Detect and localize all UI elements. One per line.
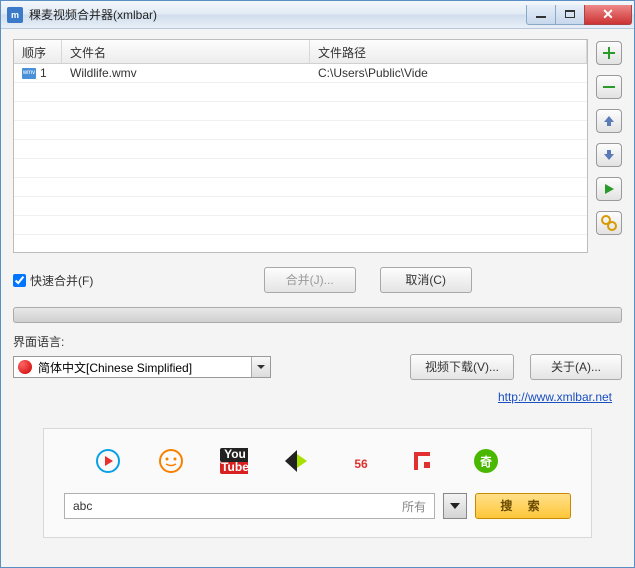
empty-row: [14, 83, 587, 102]
search-button[interactable]: 搜 索: [475, 493, 571, 519]
order-value: 1: [40, 66, 47, 80]
search-value: abc: [73, 499, 92, 513]
search-type-dropdown[interactable]: [443, 493, 467, 519]
right-buttons: 视频下载(V)... 关于(A)...: [410, 354, 622, 380]
remove-button[interactable]: [596, 75, 622, 99]
empty-row: [14, 159, 587, 178]
fast-merge-label: 快速合并(F): [30, 272, 93, 289]
play-button[interactable]: [596, 177, 622, 201]
search-type-label: 所有: [402, 498, 426, 515]
download-button[interactable]: 视频下载(V)...: [410, 354, 514, 380]
search-row: abc 所有 搜 索: [64, 493, 571, 519]
about-button[interactable]: 关于(A)...: [530, 354, 622, 380]
svg-text:奇: 奇: [480, 454, 492, 469]
svg-text:Tube: Tube: [221, 460, 248, 474]
progress-bar: [13, 307, 622, 323]
search-panel: YouTube 56 奇 abc 所有: [43, 428, 592, 538]
video-file-icon: wmv: [22, 68, 36, 79]
youtube-icon[interactable]: YouTube: [220, 447, 248, 475]
settings-button[interactable]: [596, 211, 622, 235]
content-area: 顺序 文件名 文件路径 wmv 1 Wildlife.wmv C:\Users\…: [1, 29, 634, 567]
language-select[interactable]: 简体中文[Chinese Simplified]: [13, 356, 271, 378]
fast-merge-input[interactable]: [13, 274, 26, 287]
empty-row: [14, 178, 587, 197]
window-controls: ✕: [527, 5, 632, 25]
empty-row: [14, 121, 587, 140]
youku-icon[interactable]: [94, 447, 122, 475]
video-site-icons: YouTube 56 奇: [64, 447, 571, 475]
sohu-icon[interactable]: [283, 447, 311, 475]
file-area: 顺序 文件名 文件路径 wmv 1 Wildlife.wmv C:\Users\…: [13, 39, 622, 253]
link-row: http://www.xmlbar.net: [13, 390, 622, 404]
cancel-button[interactable]: 取消(C): [380, 267, 472, 293]
empty-row: [14, 102, 587, 121]
cell-order: wmv 1: [14, 64, 62, 82]
flag-icon: [18, 360, 32, 374]
table-header: 顺序 文件名 文件路径: [14, 40, 587, 64]
app-window: m 稞麦视频合并器(xmlbar) ✕ 顺序 文件名 文件路径 wmv 1: [0, 0, 635, 568]
col-order[interactable]: 顺序: [14, 40, 62, 63]
minus-icon: [602, 80, 616, 94]
website-link[interactable]: http://www.xmlbar.net: [498, 390, 612, 404]
maximize-button[interactable]: [555, 5, 585, 25]
arrow-up-icon: [602, 114, 616, 128]
cell-path: C:\Users\Public\Vide: [310, 64, 587, 82]
minimize-button[interactable]: [526, 5, 556, 25]
language-label: 界面语言:: [13, 333, 622, 350]
fast-merge-checkbox[interactable]: 快速合并(F): [13, 272, 93, 289]
language-area: 简体中文[Chinese Simplified] 视频下载(V)... 关于(A…: [13, 354, 622, 380]
file-table: 顺序 文件名 文件路径 wmv 1 Wildlife.wmv C:\Users\…: [13, 39, 588, 253]
merge-button[interactable]: 合并(J)...: [264, 267, 356, 293]
plus-icon: [602, 46, 616, 60]
merge-buttons: 合并(J)... 取消(C): [264, 267, 472, 293]
merge-row: 快速合并(F) 合并(J)... 取消(C): [13, 267, 622, 293]
table-row[interactable]: wmv 1 Wildlife.wmv C:\Users\Public\Vide: [14, 64, 587, 83]
tudou-icon[interactable]: [157, 447, 185, 475]
move-up-button[interactable]: [596, 109, 622, 133]
table-body: wmv 1 Wildlife.wmv C:\Users\Public\Vide: [14, 64, 587, 252]
letv-icon[interactable]: [409, 447, 437, 475]
move-down-button[interactable]: [596, 143, 622, 167]
chevron-down-icon: [257, 365, 265, 369]
empty-row: [14, 216, 587, 235]
col-path[interactable]: 文件路径: [310, 40, 587, 63]
cell-name: Wildlife.wmv: [62, 64, 310, 82]
language-row: 界面语言: 简体中文[Chinese Simplified] 视频下载(V)..…: [13, 333, 622, 380]
arrow-down-icon: [602, 148, 616, 162]
window-title: 稞麦视频合并器(xmlbar): [29, 6, 527, 23]
empty-row: [14, 197, 587, 216]
side-buttons: [596, 39, 622, 253]
svg-text:56: 56: [354, 457, 368, 471]
titlebar: m 稞麦视频合并器(xmlbar) ✕: [1, 1, 634, 29]
close-button[interactable]: ✕: [584, 5, 632, 25]
empty-row: [14, 140, 587, 159]
play-icon: [602, 182, 616, 196]
gear-icon: [601, 215, 617, 231]
add-button[interactable]: [596, 41, 622, 65]
search-input[interactable]: abc 所有: [64, 493, 435, 519]
col-name[interactable]: 文件名: [62, 40, 310, 63]
language-value: 简体中文[Chinese Simplified]: [38, 359, 192, 376]
56-icon[interactable]: 56: [346, 447, 374, 475]
iqiyi-icon[interactable]: 奇: [472, 447, 500, 475]
app-icon: m: [7, 7, 23, 23]
